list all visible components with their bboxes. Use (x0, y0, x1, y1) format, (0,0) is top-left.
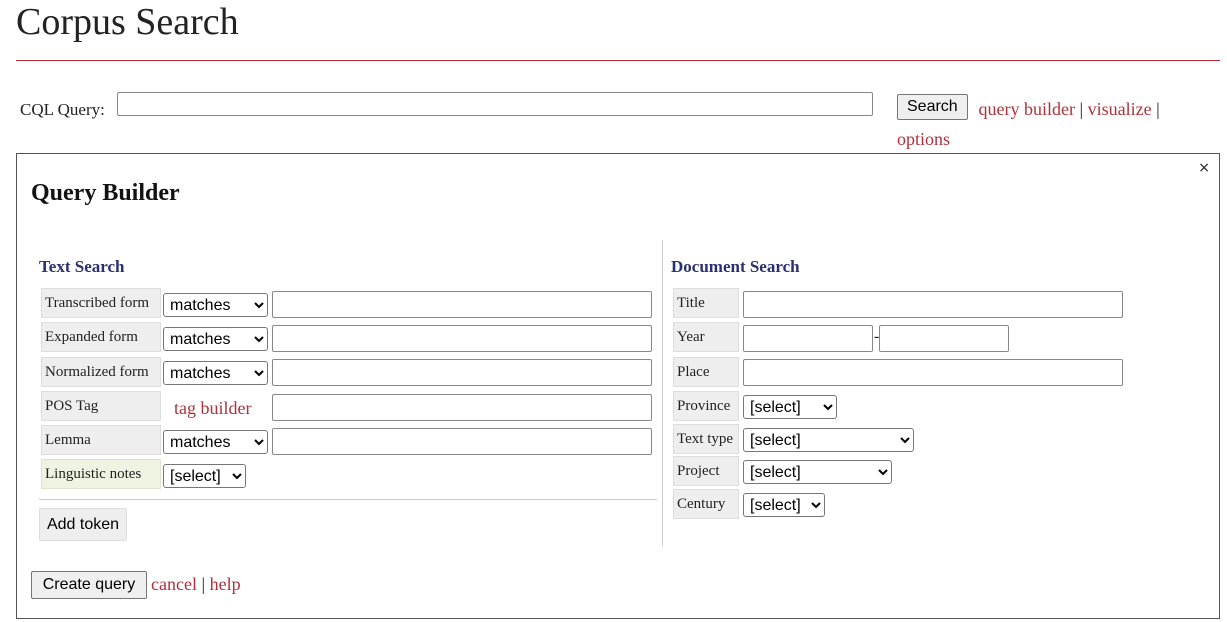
transcribed-form-label: Transcribed form (41, 288, 161, 318)
page-title: Corpus Search (16, 1, 239, 43)
title-input[interactable] (743, 291, 1123, 318)
title-divider (16, 60, 1220, 61)
options-link[interactable]: options (897, 129, 950, 149)
expanded-form-label: Expanded form (41, 322, 161, 352)
link-separator: | (201, 574, 206, 594)
visualize-link[interactable]: visualize (1088, 99, 1152, 119)
transcribed-form-input[interactable] (272, 291, 652, 318)
help-link[interactable]: help (210, 574, 241, 594)
query-builder-link[interactable]: query builder (979, 99, 1075, 119)
text-search-heading: Text Search (39, 257, 125, 276)
place-input[interactable] (743, 359, 1123, 386)
province-select[interactable]: [select] (743, 395, 837, 419)
linguistic-notes-select[interactable]: [select] (163, 464, 246, 488)
normalized-form-label: Normalized form (41, 357, 161, 387)
document-search-heading: Document Search (671, 257, 800, 276)
lemma-operator[interactable]: matches (163, 430, 268, 454)
transcribed-form-operator[interactable]: matches (163, 293, 268, 317)
tag-builder-link[interactable]: tag builder (174, 398, 251, 418)
expanded-form-operator[interactable]: matches (163, 327, 268, 351)
normalized-form-operator[interactable]: matches (163, 361, 268, 385)
create-query-button[interactable]: Create query (31, 571, 147, 599)
lemma-input[interactable] (272, 428, 652, 455)
pos-tag-input[interactable] (272, 394, 652, 421)
query-builder-panel: × Query Builder Text Search Transcribed … (16, 153, 1220, 619)
link-separator: | (1156, 99, 1160, 119)
title-label: Title (673, 288, 739, 318)
normalized-form-input[interactable] (272, 359, 652, 386)
cancel-link[interactable]: cancel (151, 574, 197, 594)
year-to-input[interactable] (879, 325, 1009, 352)
cql-links: query builder | visualize | options (897, 94, 1197, 154)
text-type-label: Text type (673, 424, 739, 454)
link-separator: | (1079, 99, 1084, 119)
place-label: Place (673, 357, 739, 387)
year-label: Year (673, 322, 739, 352)
add-token-button[interactable]: Add token (39, 508, 127, 541)
project-select[interactable]: [select] (743, 460, 892, 484)
linguistic-notes-label: Linguistic notes (41, 459, 161, 489)
text-type-select[interactable]: [select] (743, 428, 914, 452)
expanded-form-input[interactable] (272, 325, 652, 352)
query-builder-title: Query Builder (31, 180, 180, 206)
year-from-input[interactable] (743, 325, 873, 352)
project-label: Project (673, 456, 739, 486)
province-label: Province (673, 391, 739, 421)
lemma-label: Lemma (41, 425, 161, 455)
cql-query-input[interactable] (117, 92, 873, 116)
footer-links: cancel | help (151, 572, 241, 596)
cql-query-label: CQL Query: (20, 100, 105, 119)
pos-tag-label: POS Tag (41, 391, 161, 421)
century-label: Century (673, 489, 739, 519)
century-select[interactable]: [select] (743, 493, 825, 517)
close-icon[interactable]: × (1198, 160, 1210, 176)
text-search-divider (39, 499, 657, 500)
section-divider (662, 240, 663, 546)
